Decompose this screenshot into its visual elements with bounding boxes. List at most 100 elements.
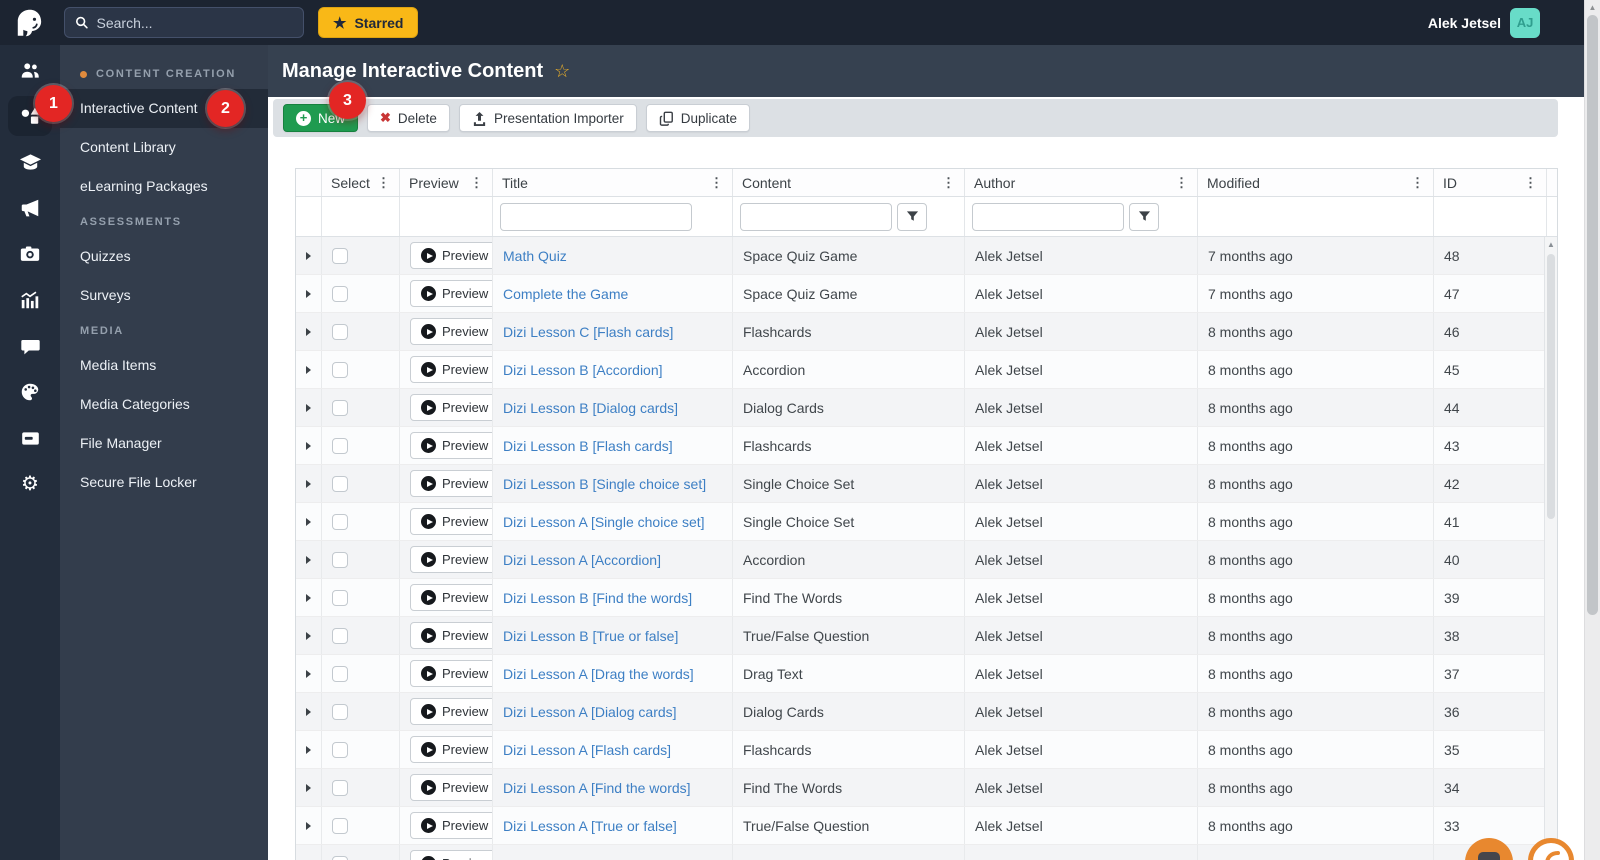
rail-item-announcements[interactable] <box>8 185 52 231</box>
author-filter-button[interactable] <box>1129 202 1159 231</box>
rail-item-pages[interactable] <box>8 415 52 461</box>
row-checkbox[interactable] <box>332 551 348 568</box>
rail-item-settings[interactable]: ⚙ <box>8 461 52 507</box>
row-expand-cell[interactable] <box>296 237 321 274</box>
content-title-link[interactable]: Dizi Lesson A [True or false] <box>503 818 677 834</box>
content-title-link[interactable]: Dizi Lesson B [Accordion] <box>503 362 663 378</box>
content-title-link[interactable]: Dizi Lesson A [Flash cards] <box>503 742 671 758</box>
row-checkbox[interactable] <box>332 855 348 860</box>
sidebar-item-media-items[interactable]: Media Items <box>60 346 268 385</box>
header-id[interactable]: ID ⋮ <box>1433 169 1546 196</box>
rail-item-courses[interactable] <box>8 139 52 185</box>
content-title-link[interactable]: Dizi Lesson A [Single choice set] <box>503 514 705 530</box>
row-expand-cell[interactable] <box>296 541 321 578</box>
row-checkbox[interactable] <box>332 247 348 264</box>
row-expand-cell[interactable] <box>296 769 321 806</box>
row-expand-cell[interactable] <box>296 731 321 768</box>
app-logo-elephant-icon[interactable] <box>13 6 47 40</box>
sidebar-item-media-categories[interactable]: Media Categories <box>60 385 268 424</box>
row-checkbox[interactable] <box>332 361 348 378</box>
sidebar-item-secure-file-locker[interactable]: Secure File Locker <box>60 463 268 502</box>
header-modified[interactable]: Modified ⋮ <box>1197 169 1433 196</box>
row-checkbox[interactable] <box>332 703 348 720</box>
preview-button[interactable]: Preview <box>410 394 492 421</box>
row-expand-cell[interactable] <box>296 579 321 616</box>
duplicate-button[interactable]: Duplicate <box>645 104 751 132</box>
grid-scrollbar-thumb[interactable] <box>1547 254 1555 519</box>
preview-button[interactable]: Preview <box>410 850 492 860</box>
content-title-link[interactable]: Dizi Lesson A [Dialog cards] <box>503 704 677 720</box>
preview-button[interactable]: Preview <box>410 774 492 801</box>
preview-button[interactable]: Preview <box>410 584 492 611</box>
row-checkbox[interactable] <box>332 437 348 454</box>
preview-button[interactable]: Preview <box>410 318 492 345</box>
content-title-link[interactable]: Dizi Lesson C [Flash cards] <box>503 324 673 340</box>
row-expand-cell[interactable] <box>296 693 321 730</box>
row-expand-cell[interactable] <box>296 807 321 844</box>
column-menu-icon[interactable]: ⋮ <box>470 175 483 191</box>
rail-item-branding[interactable] <box>8 369 52 415</box>
preview-button[interactable]: Preview <box>410 508 492 535</box>
header-preview[interactable]: Preview ⋮ <box>399 169 492 196</box>
row-expand-cell[interactable] <box>296 427 321 464</box>
preview-button[interactable]: Preview <box>410 812 492 839</box>
row-expand-cell[interactable] <box>296 503 321 540</box>
author-filter-input[interactable] <box>972 202 1124 231</box>
search-input[interactable] <box>96 14 293 31</box>
preview-button[interactable]: Preview <box>410 660 492 687</box>
content-title-link[interactable]: Dizi Lesson B [Flash cards] <box>503 438 673 454</box>
content-title-link[interactable]: Dizi Lesson A [Drag the words] <box>503 666 694 682</box>
row-checkbox[interactable] <box>332 285 348 302</box>
row-checkbox[interactable] <box>332 627 348 644</box>
header-select[interactable]: Select ⋮ <box>321 169 399 196</box>
preview-button[interactable]: Preview <box>410 546 492 573</box>
row-checkbox[interactable] <box>332 513 348 530</box>
sidebar-item-file-manager[interactable]: File Manager <box>60 424 268 463</box>
rail-item-messages[interactable] <box>8 323 52 369</box>
row-expand-cell[interactable] <box>296 351 321 388</box>
row-checkbox[interactable] <box>332 779 348 796</box>
content-title-link[interactable]: Dizi Lesson B [Find the words] <box>503 590 692 606</box>
sidebar-item-quizzes[interactable]: Quizzes <box>60 237 268 276</box>
delete-button[interactable]: ✖ Delete <box>367 104 450 132</box>
row-checkbox[interactable] <box>332 323 348 340</box>
rail-item-media-capture[interactable] <box>8 231 52 277</box>
starred-button[interactable]: ★ Starred <box>318 7 419 38</box>
content-filter-button[interactable] <box>897 202 927 231</box>
row-checkbox[interactable] <box>332 741 348 758</box>
column-menu-icon[interactable]: ⋮ <box>377 175 390 191</box>
grid-scrollbar[interactable]: ▲ <box>1544 237 1557 860</box>
column-menu-icon[interactable]: ⋮ <box>1524 175 1537 191</box>
row-expand-cell[interactable] <box>296 617 321 654</box>
rail-item-analytics[interactable] <box>8 277 52 323</box>
row-checkbox[interactable] <box>332 589 348 606</box>
presentation-importer-button[interactable]: Presentation Importer <box>458 104 637 132</box>
row-expand-cell[interactable] <box>296 313 321 350</box>
content-title-link[interactable]: Dizi Lesson A [Find the words] <box>503 780 691 796</box>
preview-button[interactable]: Preview <box>410 736 492 763</box>
page-scrollbar-thumb[interactable] <box>1587 15 1598 615</box>
header-author[interactable]: Author ⋮ <box>964 169 1197 196</box>
column-menu-icon[interactable]: ⋮ <box>942 175 955 191</box>
content-title-link[interactable]: Math Quiz <box>503 248 567 264</box>
favorite-star-icon[interactable]: ☆ <box>554 61 570 82</box>
row-checkbox[interactable] <box>332 817 348 834</box>
column-menu-icon[interactable]: ⋮ <box>1175 175 1188 191</box>
preview-button[interactable]: Preview <box>410 698 492 725</box>
scroll-up-icon[interactable]: ▲ <box>1545 241 1557 249</box>
preview-button[interactable]: Preview <box>410 242 492 269</box>
row-expand-cell[interactable] <box>296 389 321 426</box>
content-title-link[interactable]: Complete the Game <box>503 286 628 302</box>
header-content[interactable]: Content ⋮ <box>732 169 964 196</box>
content-title-link[interactable]: Dizi Lesson B [True or false] <box>503 628 678 644</box>
sidebar-item-surveys[interactable]: Surveys <box>60 276 268 315</box>
preview-button[interactable]: Preview <box>410 356 492 383</box>
preview-button[interactable]: Preview <box>410 622 492 649</box>
page-scrollbar[interactable]: ▲ <box>1584 0 1600 860</box>
preview-button[interactable]: Preview <box>410 470 492 497</box>
content-title-link[interactable]: Dizi Lesson B [Single choice set] <box>503 476 706 492</box>
column-menu-icon[interactable]: ⋮ <box>710 175 723 191</box>
preview-button[interactable]: Preview <box>410 280 492 307</box>
row-checkbox[interactable] <box>332 399 348 416</box>
row-expand-cell[interactable] <box>296 655 321 692</box>
